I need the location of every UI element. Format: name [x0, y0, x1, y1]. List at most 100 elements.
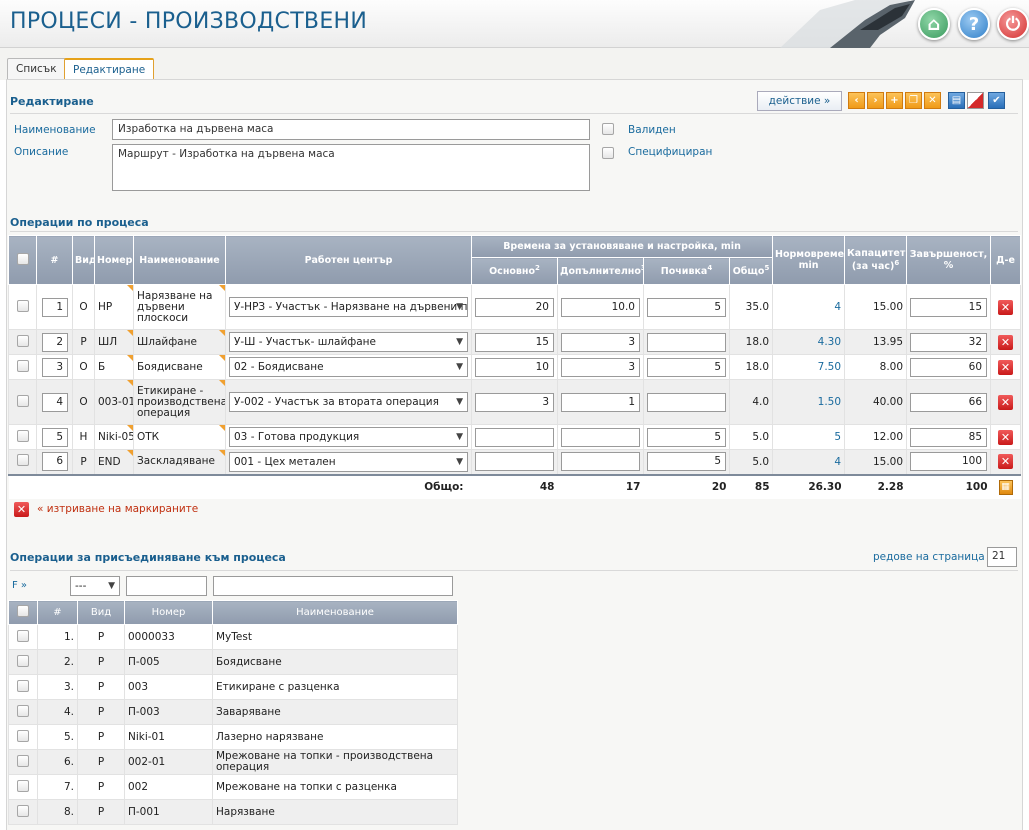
name-field[interactable]: Изработка на дървена маса	[112, 119, 590, 140]
row-number-input[interactable]: 5	[42, 427, 68, 447]
row-checkbox[interactable]	[16, 454, 29, 467]
completion-input[interactable]: 15	[910, 297, 988, 317]
join-select-all-checkbox[interactable]	[17, 605, 29, 617]
tab-list[interactable]: Списък	[7, 58, 66, 79]
filter-name-input[interactable]	[213, 576, 453, 596]
tab-edit[interactable]: Редактиране	[64, 58, 155, 80]
power-icon[interactable]: ⏻	[997, 8, 1029, 40]
join-row-checkbox[interactable]	[17, 629, 29, 642]
work-center-select[interactable]: У-Ш - Участък- шлайфане ▼	[229, 332, 468, 352]
copy-icon[interactable]: ❐	[905, 92, 922, 109]
help-icon[interactable]: ?	[958, 8, 990, 40]
join-row[interactable]: 6. Р 002-01 Мрежоване на топки - производст…	[8, 749, 458, 775]
delete-marked-link[interactable]: « изтриване на маркираните	[37, 503, 198, 515]
valid-checkbox[interactable]	[602, 123, 614, 135]
rest-time-input[interactable]: 5	[647, 427, 726, 447]
delete-row-icon[interactable]: ✕	[998, 454, 1014, 470]
basic-time-input[interactable]	[475, 427, 554, 447]
additional-time-input[interactable]: 3	[561, 332, 640, 352]
additional-time-input[interactable]: 1	[561, 392, 640, 412]
row-norm-time-link[interactable]: 4.30	[772, 329, 846, 355]
rows-per-page-label[interactable]: редове на страница »	[873, 551, 994, 563]
header-decoration-image	[780, 0, 915, 48]
join-row[interactable]: 8. Р П-001 Нарязване	[8, 799, 458, 825]
row-checkbox[interactable]	[16, 334, 29, 347]
additional-time-input[interactable]	[561, 452, 640, 472]
row-checkbox[interactable]	[16, 429, 29, 442]
row-number-input[interactable]: 4	[42, 392, 68, 412]
completion-input[interactable]: 85	[910, 427, 988, 447]
print-icon[interactable]: ▤	[948, 92, 965, 109]
basic-time-input[interactable]: 15	[475, 332, 554, 352]
delete-row-icon[interactable]: ✕	[998, 299, 1014, 315]
cancel-icon[interactable]: ◢	[967, 92, 984, 109]
basic-time-input[interactable]	[475, 452, 554, 472]
delete-row-icon[interactable]: ✕	[998, 429, 1014, 445]
work-center-select[interactable]: 03 - Готова продукция ▼	[229, 427, 468, 447]
row-checkbox[interactable]	[16, 394, 29, 407]
row-norm-time-link[interactable]: 7.50	[772, 354, 846, 380]
completion-input[interactable]: 32	[910, 332, 988, 352]
join-row[interactable]: 7. Р 002 Мрежоване на топки с разценка	[8, 774, 458, 800]
row-checkbox[interactable]	[16, 299, 29, 312]
filter-type-select[interactable]: --- ▼	[70, 576, 120, 596]
rest-time-input[interactable]: 5	[647, 297, 726, 317]
delete-marked-icon[interactable]: ✕	[14, 502, 29, 517]
delete-icon[interactable]: ✕	[924, 92, 941, 109]
row-number-input[interactable]: 3	[42, 357, 68, 377]
rest-time-input[interactable]: 5	[647, 357, 726, 377]
additional-time-input[interactable]: 3	[561, 357, 640, 377]
join-row[interactable]: 3. Р 003 Етикиране с разценка	[8, 674, 458, 700]
prev-icon[interactable]: ‹	[848, 92, 865, 109]
rows-per-page-input[interactable]: 21	[987, 547, 1017, 567]
basic-time-input[interactable]: 10	[475, 357, 554, 377]
join-row-checkbox[interactable]	[17, 654, 29, 667]
completion-input[interactable]: 60	[910, 357, 988, 377]
delete-row-icon[interactable]: ✕	[998, 359, 1014, 375]
rest-time-input[interactable]: 5	[647, 452, 726, 472]
filter-link[interactable]: F »	[12, 580, 27, 591]
join-row[interactable]: 2. Р П-005 Боядисване	[8, 649, 458, 675]
work-center-select[interactable]: У-НРЗ - Участък - Нарязване на дървени п…	[229, 297, 468, 317]
select-all-checkbox[interactable]	[16, 252, 29, 265]
join-row-checkbox[interactable]	[17, 804, 29, 817]
filter-code-input[interactable]	[126, 576, 207, 596]
basic-time-input[interactable]: 20	[475, 297, 554, 317]
work-center-select[interactable]: 001 - Цех метален ▼	[229, 451, 468, 472]
row-norm-time-link[interactable]: 1.50	[772, 379, 846, 425]
delete-row-icon[interactable]: ✕	[998, 334, 1014, 350]
description-field[interactable]: Маршрут - Изработка на дървена маса	[112, 144, 590, 191]
action-button[interactable]: действие »	[757, 91, 842, 111]
row-number-input[interactable]: 2	[42, 332, 68, 352]
completion-input[interactable]: 100	[910, 452, 988, 472]
row-norm-time-link[interactable]: 5	[772, 424, 846, 450]
basic-time-input[interactable]: 3	[475, 392, 554, 412]
join-row[interactable]: 4. Р П-003 Заваряване	[8, 699, 458, 725]
row-checkbox[interactable]	[16, 359, 29, 372]
join-row-checkbox[interactable]	[17, 679, 29, 692]
join-row-checkbox[interactable]	[17, 729, 29, 742]
row-number-input[interactable]: 6	[42, 452, 68, 472]
work-center-select[interactable]: 02 - Боядисване ▼	[229, 357, 468, 377]
join-row-checkbox[interactable]	[17, 754, 29, 767]
completion-input[interactable]: 66	[910, 392, 988, 412]
join-row-checkbox[interactable]	[17, 704, 29, 717]
delete-row-icon[interactable]: ✕	[998, 394, 1014, 410]
join-row-checkbox[interactable]	[17, 779, 29, 792]
join-row[interactable]: 5. Р Niki-01 Лазерно нарязване	[8, 724, 458, 750]
rest-time-input[interactable]	[647, 392, 726, 412]
specified-checkbox[interactable]	[602, 147, 614, 159]
home-icon[interactable]: ⌂	[918, 8, 950, 40]
row-norm-time-link[interactable]: 4	[772, 449, 846, 475]
additional-time-input[interactable]	[561, 427, 640, 447]
row-norm-time-link[interactable]: 4	[772, 284, 846, 330]
save-icon[interactable]: ✔	[988, 92, 1005, 109]
next-icon[interactable]: ›	[867, 92, 884, 109]
add-icon[interactable]: +	[886, 92, 903, 109]
rest-time-input[interactable]	[647, 332, 726, 352]
join-row[interactable]: 1. Р 0000033 MyTest	[8, 624, 458, 650]
work-center-select[interactable]: У-002 - Участък за втората операция ▼	[229, 392, 468, 412]
row-number-input[interactable]: 1	[42, 297, 68, 317]
calculator-icon[interactable]: ▦	[998, 479, 1013, 495]
additional-time-input[interactable]: 10.0	[561, 297, 640, 317]
